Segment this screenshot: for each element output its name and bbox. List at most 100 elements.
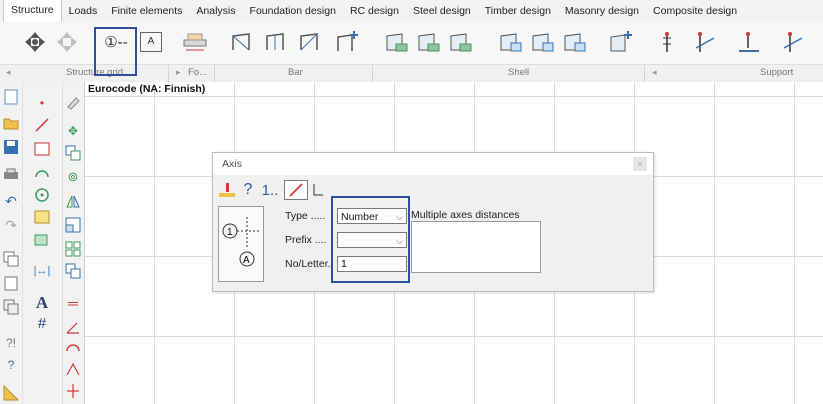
offset-button[interactable]: [64, 262, 82, 280]
text-tool-button[interactable]: A: [33, 293, 51, 312]
new-file-icon: [4, 89, 18, 105]
angle-tool-button[interactable]: [64, 318, 82, 336]
bar-tool-2-button[interactable]: [260, 27, 290, 57]
noletter-input[interactable]: [337, 256, 407, 272]
point-tool-button[interactable]: •: [33, 94, 51, 112]
dimension-icon: |↔|: [33, 265, 51, 277]
surface-support-icon: [739, 32, 759, 52]
support-line-button[interactable]: [690, 27, 720, 57]
left-toolbar-column-2: • |↔| A #: [22, 82, 63, 404]
question-icon: ?: [243, 181, 253, 198]
tab-finite-elements[interactable]: Finite elements: [104, 1, 189, 22]
duplicate-button[interactable]: [2, 298, 20, 316]
scale-button[interactable]: [64, 216, 82, 234]
support-point-button[interactable]: [652, 27, 682, 57]
grid-letter-icon: A: [140, 32, 162, 52]
offset-icon: [65, 263, 81, 279]
line-icon: [35, 118, 49, 132]
shell-add-button[interactable]: [606, 27, 636, 57]
group-expand-icon[interactable]: ▸: [176, 67, 181, 78]
shell-tool-6-button[interactable]: [560, 27, 590, 57]
rectangle-tool-button[interactable]: [33, 140, 51, 158]
eraser-button[interactable]: [64, 94, 82, 112]
dimension-tool-button[interactable]: |↔|: [33, 262, 51, 280]
bar-tool-1-button[interactable]: [226, 27, 256, 57]
multiple-axes-distances-input[interactable]: [411, 221, 541, 273]
text-icon: A: [35, 293, 49, 312]
type-label: Type .....: [285, 210, 326, 222]
box-tool-button[interactable]: [33, 230, 51, 248]
move-view-button[interactable]: [20, 27, 50, 57]
rotate-button[interactable]: ⊚: [64, 168, 82, 186]
circle-tool-button[interactable]: [33, 186, 51, 204]
axis-help-button[interactable]: ?: [240, 181, 256, 199]
undo-button[interactable]: ↶: [2, 192, 20, 210]
new-file-button[interactable]: [2, 88, 20, 106]
equal-tool-button[interactable]: ═: [64, 294, 82, 312]
structure-grid-axis-button[interactable]: ①--: [96, 27, 136, 57]
triangle-tool-button[interactable]: [64, 360, 82, 378]
bar-tool-3-button[interactable]: [294, 27, 324, 57]
shell-tool-4-button[interactable]: [496, 27, 526, 57]
shell-tool-1-button[interactable]: [382, 27, 412, 57]
axis-dialog-titlebar[interactable]: Axis ×: [213, 153, 653, 175]
grid-letter-button[interactable]: A: [136, 27, 166, 57]
support-other-icon: [783, 32, 803, 52]
print-button[interactable]: [2, 166, 20, 184]
arc-edit-button[interactable]: [64, 338, 82, 356]
move-view-disabled-button[interactable]: [52, 27, 82, 57]
scroll-left-icon[interactable]: ◂: [6, 67, 11, 78]
axis-rect-button[interactable]: [311, 181, 325, 199]
line-tool-button[interactable]: [33, 116, 51, 134]
support-other-button[interactable]: [778, 27, 808, 57]
axis-line-button[interactable]: [284, 180, 308, 200]
measure-button[interactable]: [2, 384, 20, 402]
move-tool-button[interactable]: ✥: [64, 122, 82, 140]
prefix-select[interactable]: ⌵: [337, 232, 407, 248]
redo-button[interactable]: ↷: [2, 216, 20, 234]
tab-timber-design[interactable]: Timber design: [478, 1, 558, 22]
tab-rc-design[interactable]: RC design: [343, 1, 406, 22]
paste-button[interactable]: [2, 274, 20, 292]
axis-dialog-toolbar: ? 1..: [217, 179, 328, 201]
tab-loads[interactable]: Loads: [62, 1, 105, 22]
support-surface-button[interactable]: [734, 27, 764, 57]
cross-tool-button[interactable]: [64, 382, 82, 400]
mirror-button[interactable]: [64, 192, 82, 210]
bar-frame-icon-3: [300, 33, 318, 51]
group-shell: Shell: [508, 67, 530, 78]
chevron-down-icon: ⌵: [396, 212, 403, 222]
axis-settings-button[interactable]: [217, 181, 237, 199]
bar-add-button[interactable]: [332, 27, 362, 57]
help-button[interactable]: ?!: [2, 334, 20, 352]
group-support-arrow-icon[interactable]: ◂: [652, 67, 657, 78]
type-select[interactable]: Number ⌵: [337, 208, 407, 224]
arc-tool-button[interactable]: [33, 164, 51, 182]
array-button[interactable]: [64, 240, 82, 258]
grid-hash-tool-button[interactable]: #: [33, 314, 51, 332]
triangle-ruler-icon: [3, 385, 19, 401]
tab-structure[interactable]: Structure: [3, 0, 62, 22]
tab-analysis[interactable]: Analysis: [189, 1, 242, 22]
copy-button[interactable]: [2, 250, 20, 268]
fill-tool-button[interactable]: [33, 208, 51, 226]
close-icon[interactable]: ×: [633, 157, 647, 171]
tab-composite-design[interactable]: Composite design: [646, 1, 744, 22]
tab-foundation-design[interactable]: Foundation design: [243, 1, 343, 22]
shell-icon: [386, 33, 408, 52]
point-icon: •: [39, 96, 45, 110]
tab-masonry-design[interactable]: Masonry design: [558, 1, 646, 22]
open-file-button[interactable]: [2, 114, 20, 132]
shell-tool-3-button[interactable]: [446, 27, 476, 57]
save-button[interactable]: [2, 138, 20, 156]
foundation-button[interactable]: [180, 27, 210, 57]
rotate-icon: ⊚: [67, 169, 79, 184]
context-help-button[interactable]: ?: [2, 356, 20, 374]
redo-icon: ↷: [5, 216, 17, 233]
shell-tool-5-button[interactable]: [528, 27, 558, 57]
group-bar: Bar: [288, 67, 303, 78]
tab-steel-design[interactable]: Steel design: [406, 1, 478, 22]
axis-numbering-button[interactable]: 1..: [259, 181, 281, 199]
copy-move-button[interactable]: [64, 144, 82, 162]
shell-tool-2-button[interactable]: [414, 27, 444, 57]
